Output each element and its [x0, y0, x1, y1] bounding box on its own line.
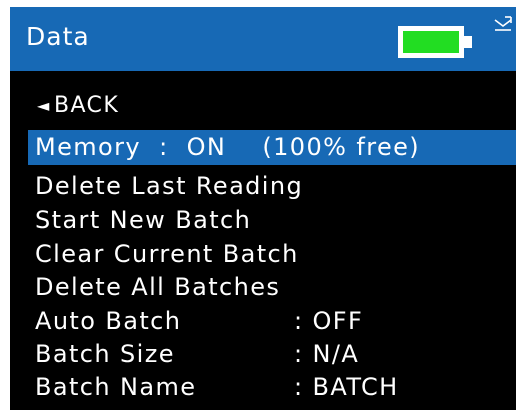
menu-item-delete-all-batches[interactable]: Delete All Batches: [10, 270, 516, 305]
menu-item-clear-current-batch[interactable]: Clear Current Batch: [10, 237, 516, 272]
menu-item-memory[interactable]: Memory : ON (100% free): [28, 130, 516, 165]
page-title: Data: [26, 22, 90, 51]
back-button[interactable]: ◄ BACK: [10, 88, 516, 123]
battery-tip: [464, 36, 472, 48]
title-bar: Data: [10, 7, 516, 71]
back-arrow-icon: ◄: [37, 96, 51, 115]
menu-item-value: : N/A: [294, 340, 360, 368]
device-screen: Data ◄ BACK Memory : ON (100% free) Dele…: [10, 7, 516, 410]
battery-body: [398, 26, 464, 58]
menu-item-label: Start New Batch: [35, 206, 252, 234]
menu-item-batch-size[interactable]: Batch Size : N/A: [10, 337, 516, 372]
menu-item-start-new-batch[interactable]: Start New Batch: [10, 203, 516, 238]
menu-item-batch-name[interactable]: Batch Name : BATCH: [10, 370, 516, 405]
battery-fill: [403, 31, 459, 53]
menu-item-label: Delete Last Reading: [35, 172, 304, 200]
menu-item-auto-batch[interactable]: Auto Batch : OFF: [10, 304, 516, 339]
back-label: BACK: [54, 93, 120, 118]
menu-item-label: Batch Size: [35, 340, 175, 368]
menu-item-value: : OFF: [294, 307, 364, 335]
menu-item-label: Batch Name: [35, 373, 197, 401]
mail-icon: [494, 16, 512, 31]
menu-item-label: Auto Batch: [35, 307, 182, 335]
battery-icon: [398, 26, 476, 58]
menu-item-delete-last-reading[interactable]: Delete Last Reading: [10, 169, 516, 204]
menu-item-label: Memory : ON (100% free): [35, 133, 421, 161]
menu-item-value: : BATCH: [294, 373, 399, 401]
menu-item-label: Delete All Batches: [35, 273, 281, 301]
menu-item-label: Clear Current Batch: [35, 240, 299, 268]
